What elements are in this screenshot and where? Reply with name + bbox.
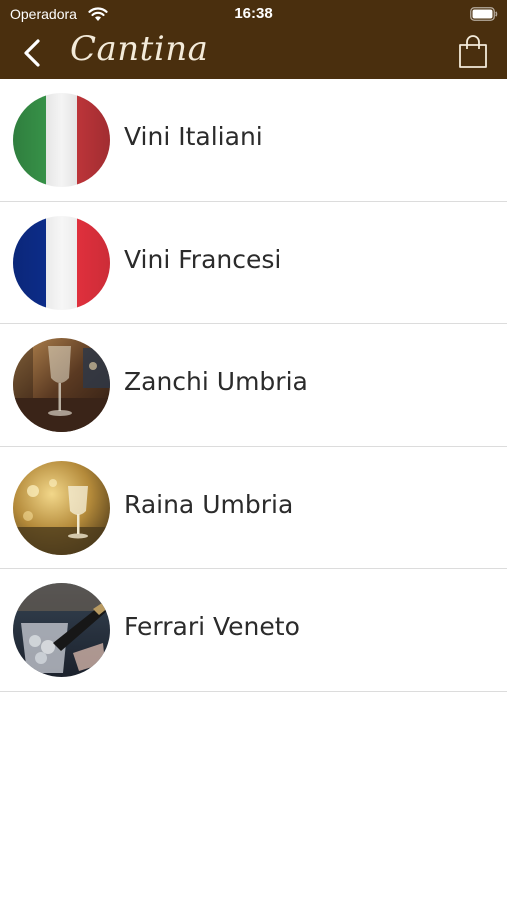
italian-flag-icon	[13, 93, 110, 187]
page-title: Cantina	[70, 29, 209, 69]
list-item-label: Ferrari Veneto	[124, 612, 300, 641]
list-item-vini-francesi[interactable]: Vini Francesi	[0, 201, 507, 324]
battery-icon	[470, 7, 498, 21]
restaurant-wine-photo-icon	[13, 460, 110, 555]
list-item-ferrari-veneto[interactable]: Ferrari Veneto	[0, 569, 507, 692]
wine-glass-photo-icon	[13, 338, 110, 432]
shopping-bag-icon[interactable]	[455, 34, 491, 70]
list-item-zanchi-umbria[interactable]: Zanchi Umbria	[0, 324, 507, 447]
list-item-label: Vini Italiani	[124, 122, 263, 151]
french-flag-icon	[13, 215, 110, 310]
list-item-vini-italiani[interactable]: Vini Italiani	[0, 79, 507, 202]
status-time: 16:38	[234, 5, 273, 22]
champagne-bucket-photo-icon	[13, 583, 110, 677]
status-bar: Operadora 16:38	[0, 0, 507, 28]
list-item-label: Zanchi Umbria	[124, 367, 308, 396]
category-list: Vini Italiani Vini Francesi Zanchi Umbri…	[0, 79, 507, 692]
list-item-raina-umbria[interactable]: Raina Umbria	[0, 446, 507, 569]
list-item-label: Vini Francesi	[124, 244, 282, 274]
chevron-left-icon[interactable]	[16, 36, 46, 70]
navigation-bar: Cantina	[0, 28, 507, 79]
list-item-label: Raina Umbria	[124, 489, 294, 519]
app-header: Operadora 16:38 Cantina	[0, 0, 507, 79]
